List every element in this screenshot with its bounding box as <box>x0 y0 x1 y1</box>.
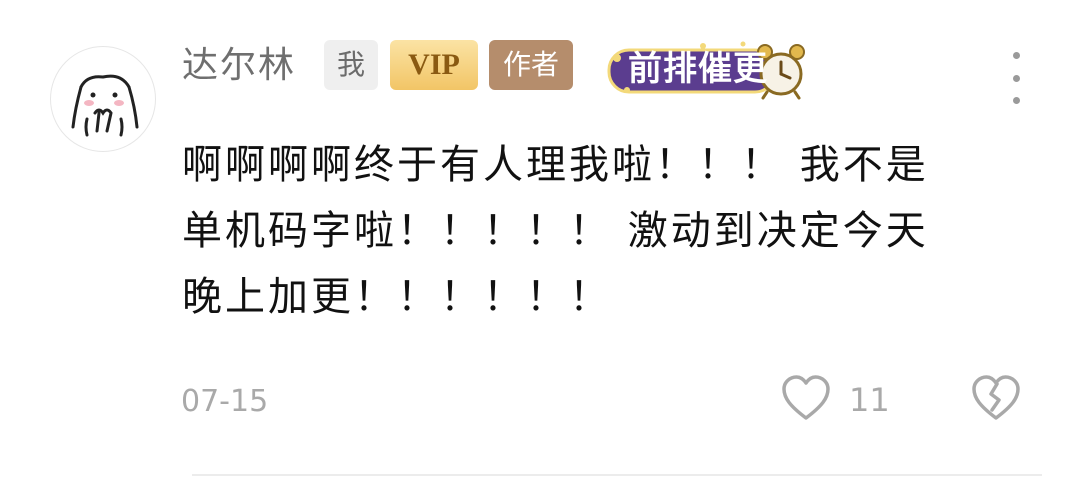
comment-line: 单机码字啦！！！！！ 激动到决定今天 <box>182 208 929 254</box>
fan-medal-badge: 前排催更 <box>603 38 813 102</box>
comment-line: 晚上加更！！！！！！ <box>182 274 612 320</box>
comment-date: 07-15 <box>181 384 269 419</box>
username[interactable]: 达尔林 <box>182 40 296 92</box>
comment-content: 啊啊啊啊终于有人理我啦！！！ 我不是 单机码字啦！！！！！ 激动到决定今天 晚上… <box>182 132 1022 330</box>
badge-me: 我 <box>324 40 378 90</box>
avatar[interactable] <box>50 46 156 152</box>
divider <box>192 474 1042 476</box>
like-count: 11 <box>849 381 890 419</box>
broken-heart-icon[interactable] <box>970 372 1022 422</box>
more-vertical-icon <box>1012 52 1020 59</box>
heart-outline-icon[interactable] <box>780 374 832 422</box>
avatar-doodle-icon <box>71 74 139 137</box>
badge-author: 作者 <box>489 40 573 90</box>
badge-vip: VIP <box>390 40 478 90</box>
comment-line: 啊啊啊啊终于有人理我啦！！！ 我不是 <box>182 142 929 188</box>
medal-label: 前排催更 <box>628 49 768 89</box>
more-options-button[interactable] <box>1004 52 1028 104</box>
